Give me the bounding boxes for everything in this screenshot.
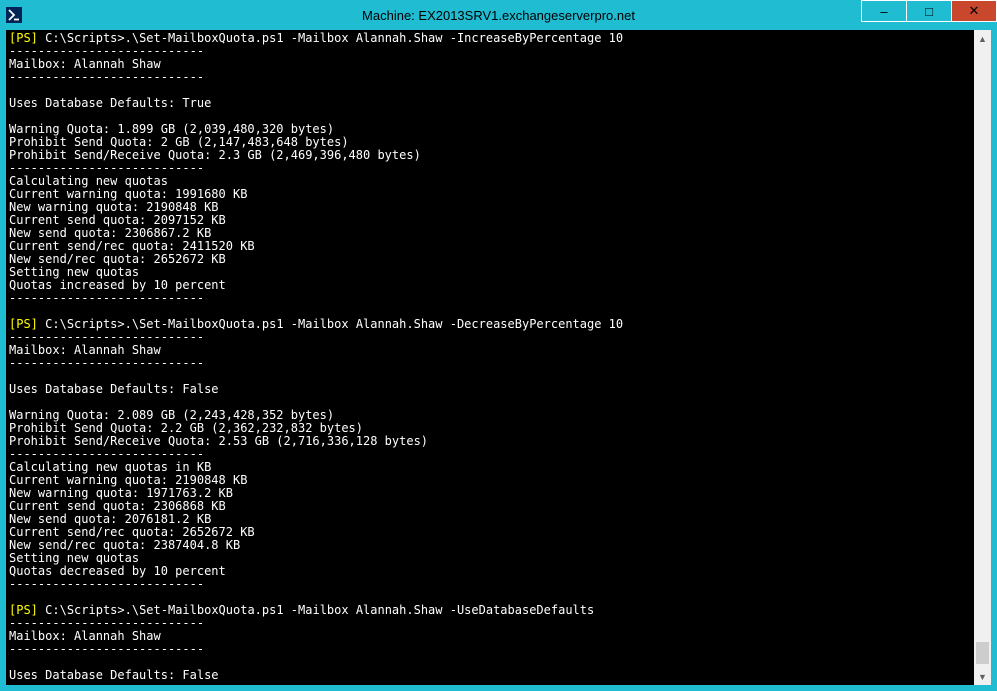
send-quota-2: Prohibit Send Quota: 2.2 GB (2,362,232,8… [9, 421, 363, 435]
prompt-path: C:\Scripts> [45, 31, 124, 45]
separator: --------------------------- [9, 616, 204, 630]
scroll-up-button[interactable]: ▲ [974, 30, 991, 47]
separator: --------------------------- [9, 577, 204, 591]
cwq-2: Current warning quota: 2190848 KB [9, 473, 247, 487]
prompt-prefix: [PS] [9, 603, 38, 617]
setting-1: Setting new quotas [9, 265, 139, 279]
mailbox-label-1: Mailbox: Alannah Shaw [9, 57, 161, 71]
scrollbar[interactable]: ▲ ▼ [974, 30, 991, 685]
calc-header-2: Calculating new quotas in KB [9, 460, 211, 474]
chevron-up-icon: ▲ [978, 34, 987, 44]
nsrq-2: New send/rec quota: 2387404.8 KB [9, 538, 240, 552]
separator: --------------------------- [9, 291, 204, 305]
scroll-track[interactable] [974, 47, 991, 668]
terminal-output[interactable]: [PS] C:\Scripts>.\Set-MailboxQuota.ps1 -… [6, 30, 974, 685]
csq-1: Current send quota: 2097152 KB [9, 213, 226, 227]
close-icon: ✕ [969, 3, 980, 19]
warning-quota-2: Warning Quota: 2.089 GB (2,243,428,352 b… [9, 408, 334, 422]
nsrq-1: New send/rec quota: 2652672 KB [9, 252, 226, 266]
minimize-button[interactable]: – [861, 0, 907, 22]
prompt-path: C:\Scripts> [45, 603, 124, 617]
result-1: Quotas increased by 10 percent [9, 278, 226, 292]
uses-defaults-3: Uses Database Defaults: False [9, 668, 219, 682]
setting-2: Setting new quotas [9, 551, 139, 565]
uses-defaults-2: Uses Database Defaults: False [9, 382, 219, 396]
command-1: .\Set-MailboxQuota.ps1 -Mailbox Alannah.… [125, 31, 624, 45]
warning-quota-1: Warning Quota: 1.899 GB (2,039,480,320 b… [9, 122, 334, 136]
separator: --------------------------- [9, 44, 204, 58]
sendrec-quota-2: Prohibit Send/Receive Quota: 2.53 GB (2,… [9, 434, 428, 448]
result-2: Quotas decreased by 10 percent [9, 564, 226, 578]
calc-header-1: Calculating new quotas [9, 174, 168, 188]
window-controls: – □ ✕ [862, 0, 997, 22]
separator: --------------------------- [9, 161, 204, 175]
scroll-thumb[interactable] [976, 642, 989, 664]
separator: --------------------------- [9, 642, 204, 656]
mailbox-label-3: Mailbox: Alannah Shaw [9, 629, 161, 643]
maximize-button[interactable]: □ [906, 0, 952, 22]
cwq-1: Current warning quota: 1991680 KB [9, 187, 247, 201]
csq-2: Current send quota: 2306868 KB [9, 499, 226, 513]
nwq-1: New warning quota: 2190848 KB [9, 200, 219, 214]
maximize-icon: □ [925, 4, 933, 19]
prompt-prefix: [PS] [9, 317, 38, 331]
mailbox-label-2: Mailbox: Alannah Shaw [9, 343, 161, 357]
send-quota-1: Prohibit Send Quota: 2 GB (2,147,483,648… [9, 135, 349, 149]
nsq-2: New send quota: 2076181.2 KB [9, 512, 211, 526]
window-frame: Machine: EX2013SRV1.exchangeserverpro.ne… [0, 0, 997, 691]
command-2: .\Set-MailboxQuota.ps1 -Mailbox Alannah.… [125, 317, 624, 331]
client-area: [PS] C:\Scripts>.\Set-MailboxQuota.ps1 -… [6, 30, 991, 685]
command-3: .\Set-MailboxQuota.ps1 -Mailbox Alannah.… [125, 603, 595, 617]
sendrec-quota-1: Prohibit Send/Receive Quota: 2.3 GB (2,4… [9, 148, 421, 162]
separator: --------------------------- [9, 70, 204, 84]
close-button[interactable]: ✕ [951, 0, 997, 22]
nwq-2: New warning quota: 1971763.2 KB [9, 486, 233, 500]
window-title: Machine: EX2013SRV1.exchangeserverpro.ne… [362, 8, 635, 23]
chevron-down-icon: ▼ [978, 672, 987, 682]
separator: --------------------------- [9, 330, 204, 344]
uses-defaults-1: Uses Database Defaults: True [9, 96, 211, 110]
titlebar[interactable]: Machine: EX2013SRV1.exchangeserverpro.ne… [0, 0, 997, 30]
powershell-icon [6, 7, 22, 23]
prompt-path: C:\Scripts> [45, 317, 124, 331]
separator: --------------------------- [9, 356, 204, 370]
csrq-2: Current send/rec quota: 2652672 KB [9, 525, 255, 539]
prompt-prefix: [PS] [9, 31, 38, 45]
scroll-down-button[interactable]: ▼ [974, 668, 991, 685]
nsq-1: New send quota: 2306867.2 KB [9, 226, 211, 240]
minimize-icon: – [880, 4, 887, 19]
separator: --------------------------- [9, 447, 204, 461]
csrq-1: Current send/rec quota: 2411520 KB [9, 239, 255, 253]
